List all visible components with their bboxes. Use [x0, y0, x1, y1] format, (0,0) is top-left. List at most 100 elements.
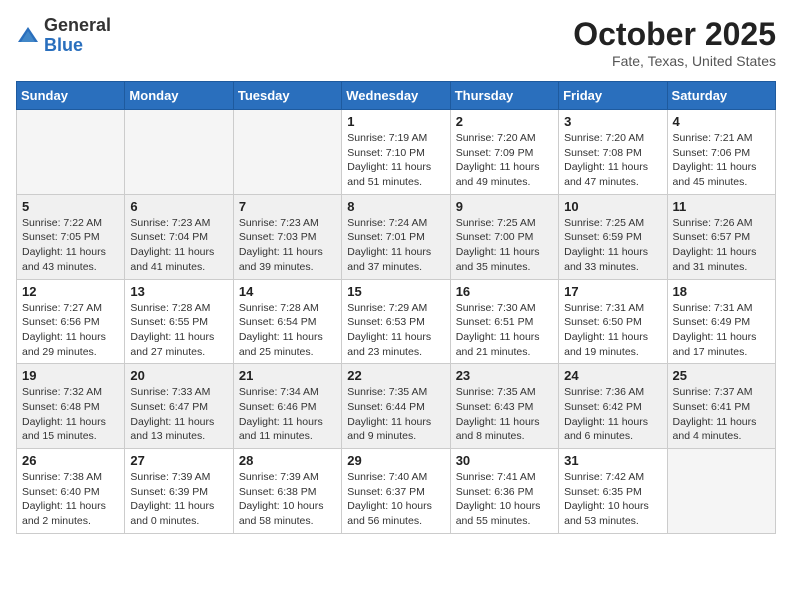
- calendar-week-row: 26 Sunrise: 7:38 AMSunset: 6:40 PMDayligh…: [17, 449, 776, 534]
- location: Fate, Texas, United States: [573, 53, 776, 69]
- logo-general: General: [44, 16, 111, 36]
- day-number: 7: [239, 199, 336, 214]
- calendar-cell: 27 Sunrise: 7:39 AMSunset: 6:39 PMDayligh…: [125, 449, 233, 534]
- day-number: 30: [456, 453, 553, 468]
- logo: General Blue: [16, 16, 111, 56]
- day-info: Sunrise: 7:40 AMSunset: 6:37 PMDaylight:…: [347, 470, 444, 529]
- weekday-header-sunday: Sunday: [17, 82, 125, 110]
- month-title: October 2025: [573, 16, 776, 53]
- day-info: Sunrise: 7:21 AMSunset: 7:06 PMDaylight:…: [673, 131, 770, 190]
- day-info: Sunrise: 7:22 AMSunset: 7:05 PMDaylight:…: [22, 216, 119, 275]
- calendar-cell: 7 Sunrise: 7:23 AMSunset: 7:03 PMDaylight…: [233, 194, 341, 279]
- calendar-cell: 11 Sunrise: 7:26 AMSunset: 6:57 PMDayligh…: [667, 194, 775, 279]
- day-number: 11: [673, 199, 770, 214]
- calendar-cell: 23 Sunrise: 7:35 AMSunset: 6:43 PMDayligh…: [450, 364, 558, 449]
- day-info: Sunrise: 7:42 AMSunset: 6:35 PMDaylight:…: [564, 470, 661, 529]
- calendar-cell: 1 Sunrise: 7:19 AMSunset: 7:10 PMDaylight…: [342, 110, 450, 195]
- day-info: Sunrise: 7:35 AMSunset: 6:43 PMDaylight:…: [456, 385, 553, 444]
- day-number: 24: [564, 368, 661, 383]
- calendar-cell: 17Sunrise: 7:31 AMSunset: 6:50 PMDayligh…: [559, 279, 667, 364]
- calendar-cell: 25 Sunrise: 7:37 AMSunset: 6:41 PMDayligh…: [667, 364, 775, 449]
- calendar-week-row: 12 Sunrise: 7:27 AMSunset: 6:56 PMDayligh…: [17, 279, 776, 364]
- day-number: 3: [564, 114, 661, 129]
- day-number: 10: [564, 199, 661, 214]
- calendar-cell: 13 Sunrise: 7:28 AMSunset: 6:55 PMDayligh…: [125, 279, 233, 364]
- calendar-cell: 12 Sunrise: 7:27 AMSunset: 6:56 PMDayligh…: [17, 279, 125, 364]
- day-info: Sunrise: 7:23 AMSunset: 7:03 PMDaylight:…: [239, 216, 336, 275]
- day-info: Sunrise: 7:39 AMSunset: 6:38 PMDaylight:…: [239, 470, 336, 529]
- day-number: 28: [239, 453, 336, 468]
- day-number: 19: [22, 368, 119, 383]
- title-block: October 2025 Fate, Texas, United States: [573, 16, 776, 69]
- calendar-cell: 5Sunrise: 7:22 AMSunset: 7:05 PMDaylight…: [17, 194, 125, 279]
- day-number: 1: [347, 114, 444, 129]
- day-info: Sunrise: 7:37 AMSunset: 6:41 PMDaylight:…: [673, 385, 770, 444]
- day-info: Sunrise: 7:25 AMSunset: 7:00 PMDaylight:…: [456, 216, 553, 275]
- day-number: 12: [22, 284, 119, 299]
- day-number: 4: [673, 114, 770, 129]
- day-info: Sunrise: 7:35 AMSunset: 6:44 PMDaylight:…: [347, 385, 444, 444]
- calendar-cell: 30 Sunrise: 7:41 AMSunset: 6:36 PMDayligh…: [450, 449, 558, 534]
- day-info: Sunrise: 7:27 AMSunset: 6:56 PMDaylight:…: [22, 301, 119, 360]
- calendar-cell: 8Sunrise: 7:24 AMSunset: 7:01 PMDaylight…: [342, 194, 450, 279]
- logo-icon: [16, 24, 40, 48]
- calendar-cell: 10 Sunrise: 7:25 AMSunset: 6:59 PMDayligh…: [559, 194, 667, 279]
- page-header: General Blue October 2025 Fate, Texas, U…: [16, 16, 776, 69]
- calendar-cell: 19 Sunrise: 7:32 AMSunset: 6:48 PMDayligh…: [17, 364, 125, 449]
- day-info: Sunrise: 7:28 AMSunset: 6:54 PMDaylight:…: [239, 301, 336, 360]
- calendar-cell: 21Sunrise: 7:34 AMSunset: 6:46 PMDayligh…: [233, 364, 341, 449]
- day-number: 25: [673, 368, 770, 383]
- weekday-header-monday: Monday: [125, 82, 233, 110]
- day-info: Sunrise: 7:41 AMSunset: 6:36 PMDaylight:…: [456, 470, 553, 529]
- day-number: 6: [130, 199, 227, 214]
- day-number: 14: [239, 284, 336, 299]
- day-info: Sunrise: 7:33 AMSunset: 6:47 PMDaylight:…: [130, 385, 227, 444]
- day-number: 27: [130, 453, 227, 468]
- calendar-week-row: 5Sunrise: 7:22 AMSunset: 7:05 PMDaylight…: [17, 194, 776, 279]
- day-number: 23: [456, 368, 553, 383]
- day-number: 26: [22, 453, 119, 468]
- calendar-cell: [667, 449, 775, 534]
- calendar-cell: [233, 110, 341, 195]
- weekday-header-tuesday: Tuesday: [233, 82, 341, 110]
- calendar-cell: 31Sunrise: 7:42 AMSunset: 6:35 PMDayligh…: [559, 449, 667, 534]
- day-number: 17: [564, 284, 661, 299]
- calendar-cell: 4 Sunrise: 7:21 AMSunset: 7:06 PMDaylight…: [667, 110, 775, 195]
- day-number: 20: [130, 368, 227, 383]
- weekday-header-thursday: Thursday: [450, 82, 558, 110]
- day-number: 9: [456, 199, 553, 214]
- weekday-header-friday: Friday: [559, 82, 667, 110]
- day-info: Sunrise: 7:39 AMSunset: 6:39 PMDaylight:…: [130, 470, 227, 529]
- day-number: 29: [347, 453, 444, 468]
- calendar-cell: 15Sunrise: 7:29 AMSunset: 6:53 PMDayligh…: [342, 279, 450, 364]
- calendar-cell: 22 Sunrise: 7:35 AMSunset: 6:44 PMDayligh…: [342, 364, 450, 449]
- day-info: Sunrise: 7:20 AMSunset: 7:08 PMDaylight:…: [564, 131, 661, 190]
- day-number: 22: [347, 368, 444, 383]
- day-number: 13: [130, 284, 227, 299]
- weekday-header-saturday: Saturday: [667, 82, 775, 110]
- day-info: Sunrise: 7:38 AMSunset: 6:40 PMDaylight:…: [22, 470, 119, 529]
- day-info: Sunrise: 7:36 AMSunset: 6:42 PMDaylight:…: [564, 385, 661, 444]
- calendar-table: SundayMondayTuesdayWednesdayThursdayFrid…: [16, 81, 776, 534]
- day-info: Sunrise: 7:32 AMSunset: 6:48 PMDaylight:…: [22, 385, 119, 444]
- calendar-cell: 20 Sunrise: 7:33 AMSunset: 6:47 PMDayligh…: [125, 364, 233, 449]
- day-number: 18: [673, 284, 770, 299]
- calendar-cell: 18 Sunrise: 7:31 AMSunset: 6:49 PMDayligh…: [667, 279, 775, 364]
- calendar-cell: 16Sunrise: 7:30 AMSunset: 6:51 PMDayligh…: [450, 279, 558, 364]
- day-info: Sunrise: 7:19 AMSunset: 7:10 PMDaylight:…: [347, 131, 444, 190]
- calendar-week-row: 1 Sunrise: 7:19 AMSunset: 7:10 PMDaylight…: [17, 110, 776, 195]
- weekday-header-row: SundayMondayTuesdayWednesdayThursdayFrid…: [17, 82, 776, 110]
- day-info: Sunrise: 7:31 AMSunset: 6:49 PMDaylight:…: [673, 301, 770, 360]
- day-info: Sunrise: 7:29 AMSunset: 6:53 PMDaylight:…: [347, 301, 444, 360]
- day-info: Sunrise: 7:30 AMSunset: 6:51 PMDaylight:…: [456, 301, 553, 360]
- day-info: Sunrise: 7:26 AMSunset: 6:57 PMDaylight:…: [673, 216, 770, 275]
- calendar-cell: [125, 110, 233, 195]
- weekday-header-wednesday: Wednesday: [342, 82, 450, 110]
- calendar-week-row: 19 Sunrise: 7:32 AMSunset: 6:48 PMDayligh…: [17, 364, 776, 449]
- day-info: Sunrise: 7:28 AMSunset: 6:55 PMDaylight:…: [130, 301, 227, 360]
- calendar-cell: 14 Sunrise: 7:28 AMSunset: 6:54 PMDayligh…: [233, 279, 341, 364]
- calendar-cell: 9 Sunrise: 7:25 AMSunset: 7:00 PMDaylight…: [450, 194, 558, 279]
- day-number: 21: [239, 368, 336, 383]
- day-info: Sunrise: 7:25 AMSunset: 6:59 PMDaylight:…: [564, 216, 661, 275]
- calendar-cell: 29 Sunrise: 7:40 AMSunset: 6:37 PMDayligh…: [342, 449, 450, 534]
